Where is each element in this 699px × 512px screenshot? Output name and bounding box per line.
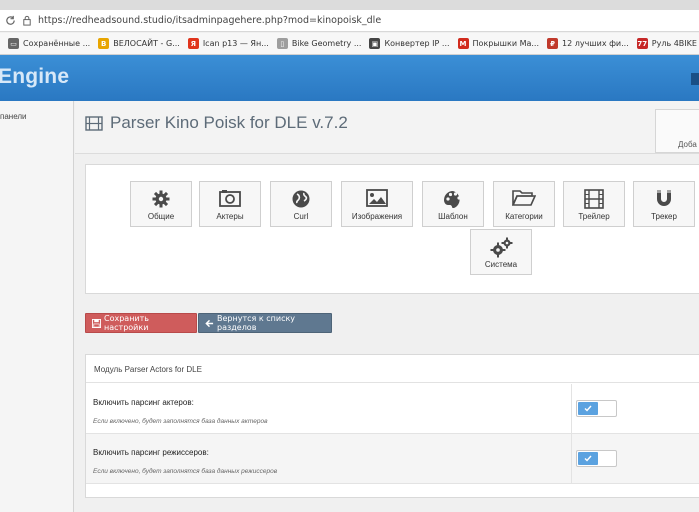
gear-icon bbox=[131, 189, 191, 209]
bookmark-label: Конвертер IP ... bbox=[384, 39, 450, 48]
tile-label: Актеры bbox=[216, 212, 244, 221]
bookmark-favicon-icon: M bbox=[457, 38, 469, 49]
address-bar[interactable]: https://redheadsound.studio/itsadminpage… bbox=[0, 10, 699, 32]
bookmark-item[interactable]: M Покрышки Ма... bbox=[457, 38, 539, 49]
tile-trailer[interactable]: Трейлер bbox=[563, 181, 625, 227]
bookmark-favicon-icon: ▯ bbox=[276, 38, 288, 49]
palette-icon bbox=[423, 189, 483, 209]
bookmark-item[interactable]: Я Ican p13 — Ян... bbox=[187, 38, 269, 49]
lock-icon[interactable] bbox=[20, 14, 34, 28]
setting-label: Включить парсинг актеров: bbox=[93, 398, 194, 407]
url-text[interactable]: https://redheadsound.studio/itsadminpage… bbox=[38, 15, 381, 26]
tile-label: Трейлер bbox=[578, 212, 610, 221]
globe-icon bbox=[271, 189, 331, 209]
column-divider bbox=[571, 384, 572, 434]
sidebar: панели bbox=[0, 101, 74, 512]
setting-label: Включить парсинг режиссеров: bbox=[93, 448, 209, 457]
setting-row-directors: Включить парсинг режиссеров: Если включе… bbox=[86, 434, 699, 484]
bookmark-label: Bike Geometry ... bbox=[291, 39, 362, 48]
tile-label: Система bbox=[484, 260, 518, 269]
bookmark-favicon-icon: ▣ bbox=[369, 38, 381, 49]
page-header: Parser Kino Poisk for DLE v.7.2 Доба bbox=[75, 101, 699, 154]
check-icon bbox=[578, 402, 598, 415]
bookmark-label: Покрышки Ма... bbox=[472, 39, 539, 48]
image-icon bbox=[342, 189, 412, 209]
module-settings-panel: Модуль Parser Actors for DLE Включить па… bbox=[85, 354, 699, 498]
save-settings-label: Сохранить настройки bbox=[104, 314, 149, 332]
tile-label: Трекер bbox=[651, 212, 677, 221]
tile-tracker[interactable]: Трекер bbox=[633, 181, 695, 227]
bookmark-item[interactable]: В ВЕЛОСАЙТ - G... bbox=[98, 38, 180, 49]
setting-description: Если включено, будет заполнятся база дан… bbox=[93, 418, 268, 425]
tile-label: Общие bbox=[147, 212, 175, 221]
reload-icon[interactable] bbox=[3, 14, 17, 28]
header-edge-icon[interactable] bbox=[691, 73, 699, 85]
add-button[interactable]: Доба bbox=[655, 109, 699, 153]
bookmarks-bar: ▭ Сохранённые ... В ВЕЛОСАЙТ - G... Я Ican p1… bbox=[0, 33, 699, 55]
bookmark-label: ВЕЛОСАЙТ - G... bbox=[113, 39, 180, 48]
tile-categories[interactable]: Категории bbox=[493, 181, 555, 227]
directors-parsing-toggle[interactable] bbox=[576, 450, 617, 467]
browser-top-strip bbox=[0, 0, 699, 10]
setting-row-actors: Включить парсинг актеров: Если включено,… bbox=[86, 384, 699, 434]
section-tiles-panel: Общие Актеры Curl Изображения Шаблон Кат… bbox=[85, 164, 699, 294]
bookmark-favicon-icon: 77 bbox=[636, 38, 648, 49]
folder-icon bbox=[494, 189, 554, 209]
main-content: Parser Kino Poisk for DLE v.7.2 Доба Общ… bbox=[75, 101, 699, 512]
bookmark-item[interactable]: ▯ Bike Geometry ... bbox=[276, 38, 362, 49]
module-title: Модуль Parser Actors for DLE bbox=[94, 365, 202, 374]
tile-label: Изображения bbox=[351, 212, 403, 221]
bookmark-item[interactable]: ₽12 лучших фи... bbox=[547, 38, 629, 49]
cogs-icon bbox=[471, 237, 531, 258]
tile-label: Curl bbox=[293, 212, 309, 221]
app-logo[interactable]: Engine bbox=[0, 65, 69, 89]
column-divider bbox=[571, 434, 572, 484]
tile-actors[interactable]: Актеры bbox=[199, 181, 261, 227]
add-button-label: Доба bbox=[678, 140, 697, 149]
film-icon bbox=[85, 115, 103, 131]
module-header: Модуль Parser Actors for DLE bbox=[86, 355, 699, 383]
film-icon bbox=[564, 189, 624, 209]
tile-general[interactable]: Общие bbox=[130, 181, 192, 227]
tile-label: Категории bbox=[505, 212, 543, 221]
bookmark-item[interactable]: 77Руль 4BIKE DR... bbox=[636, 38, 699, 49]
bookmark-favicon-icon: ▭ bbox=[8, 38, 19, 49]
bookmark-item[interactable]: ▭ Сохранённые ... bbox=[8, 38, 90, 49]
tile-label: Шаблон bbox=[438, 212, 468, 221]
arrow-left-icon bbox=[205, 319, 214, 328]
bookmark-label: Ican p13 — Ян... bbox=[202, 39, 269, 48]
bookmark-label: 12 лучших фи... bbox=[562, 39, 629, 48]
bookmark-favicon-icon: В bbox=[98, 38, 110, 49]
tile-curl[interactable]: Curl bbox=[270, 181, 332, 227]
back-to-sections-label: Вернутся к списку разделов bbox=[217, 314, 296, 332]
save-icon bbox=[92, 318, 101, 328]
page-title-text: Parser Kino Poisk for DLE v.7.2 bbox=[110, 113, 348, 132]
setting-description: Если включено, будет заполнятся база дан… bbox=[93, 468, 278, 475]
bookmark-label: Сохранённые ... bbox=[23, 39, 91, 48]
camera-icon bbox=[200, 189, 260, 209]
actors-parsing-toggle[interactable] bbox=[576, 400, 617, 417]
bookmark-label: Руль 4BIKE DR... bbox=[651, 39, 699, 48]
sidebar-item-panel[interactable]: панели bbox=[0, 112, 27, 121]
app-header: Engine bbox=[0, 55, 699, 101]
tile-template[interactable]: Шаблон bbox=[422, 181, 484, 227]
bookmark-item[interactable]: ▣ Конвертер IP ... bbox=[369, 38, 450, 49]
magnet-icon bbox=[634, 189, 694, 209]
bookmark-favicon-icon: Я bbox=[187, 38, 199, 49]
page-title: Parser Kino Poisk for DLE v.7.2 bbox=[85, 113, 348, 133]
save-settings-button[interactable]: Сохранить настройки bbox=[85, 313, 197, 333]
tile-system[interactable]: Система bbox=[470, 229, 532, 275]
bookmark-favicon-icon: ₽ bbox=[547, 38, 558, 49]
back-to-sections-button[interactable]: Вернутся к списку разделов bbox=[198, 313, 332, 333]
tile-images[interactable]: Изображения bbox=[341, 181, 413, 227]
check-icon bbox=[578, 452, 598, 465]
